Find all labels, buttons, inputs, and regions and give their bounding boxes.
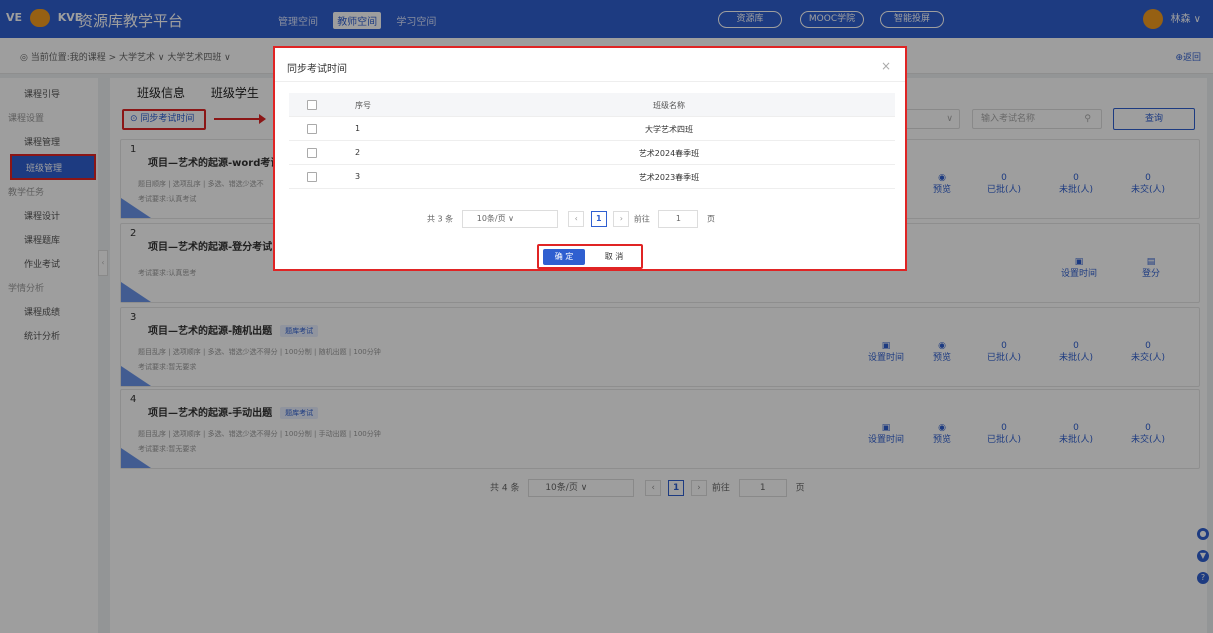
pager-total: 共 3 条 [427, 214, 454, 224]
goto-page-input[interactable]: 1 [658, 210, 699, 228]
select-all-checkbox[interactable] [307, 100, 317, 110]
chevron-down-icon: ∨ [508, 214, 515, 223]
row-class-name: 大学艺术四班 [645, 125, 693, 134]
sync-exam-time-dialog: 同步考试时间 × 序号 班级名称 1 大学艺术四班 2 艺术2024春季班 3 … [273, 46, 907, 271]
table-row[interactable]: 2 艺术2024春季班 [289, 141, 895, 165]
cancel-button[interactable]: 取 消 [591, 249, 637, 265]
row-seq: 3 [355, 172, 361, 181]
page-size-select[interactable]: 10条/页 ∨ [461, 210, 558, 228]
row-checkbox[interactable] [307, 148, 317, 158]
row-class-name: 艺术2024春季班 [638, 149, 700, 158]
page-number-button[interactable]: 1 [590, 211, 607, 227]
row-checkbox[interactable] [307, 124, 317, 134]
page-size-value: 10条/页 [476, 214, 506, 223]
table-row[interactable]: 1 大学艺术四班 [289, 117, 895, 141]
column-header-class-name: 班级名称 [653, 101, 685, 110]
dialog-footer: 确 定 取 消 [537, 244, 643, 269]
row-seq: 2 [355, 148, 361, 157]
dialog-title: 同步考试时间 [287, 64, 347, 75]
row-class-name: 艺术2023春季班 [638, 173, 700, 182]
close-icon[interactable]: × [881, 59, 891, 73]
row-checkbox[interactable] [307, 172, 317, 182]
class-table: 序号 班级名称 1 大学艺术四班 2 艺术2024春季班 3 艺术2023春季班 [289, 93, 895, 189]
prev-page-button[interactable]: ‹ [568, 211, 585, 227]
goto-label: 前往 [633, 214, 650, 224]
divider [275, 81, 905, 82]
page-unit-label: 页 [707, 214, 716, 224]
row-seq: 1 [355, 124, 361, 133]
column-header-seq: 序号 [355, 101, 371, 110]
confirm-button[interactable]: 确 定 [543, 249, 585, 265]
dialog-pagination: 共 3 条 10条/页 ∨ ‹ 1 › 前往 1 页 [427, 210, 715, 228]
table-row[interactable]: 3 艺术2023春季班 [289, 165, 895, 189]
table-header-row: 序号 班级名称 [289, 93, 895, 117]
next-page-button[interactable]: › [613, 211, 630, 227]
